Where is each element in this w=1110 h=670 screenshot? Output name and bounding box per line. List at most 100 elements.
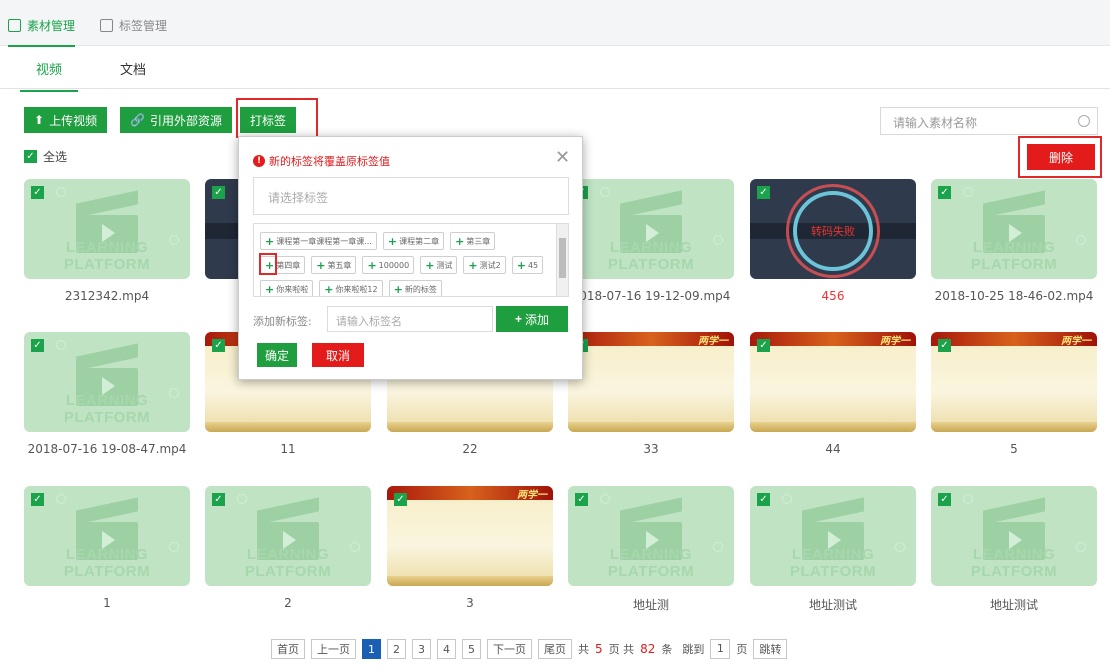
tag-option[interactable]: + 你来啦啦12 — [319, 280, 383, 296]
tab-video[interactable]: 视频 — [19, 59, 79, 92]
item-checkbox[interactable]: ✓ — [575, 493, 588, 506]
item-checkbox[interactable]: ✓ — [212, 186, 225, 199]
new-tag-input[interactable]: 请输入标签名 — [327, 306, 493, 332]
material-card[interactable]: LEARNING PLATFORM ✓ 地址测试 — [750, 486, 916, 613]
material-card[interactable]: LEARNING PLATFORM✓ 2018-07-16 19-12-09.mp… — [568, 179, 734, 303]
tag-label: 100000 — [378, 260, 410, 270]
page-2-button[interactable]: 2 — [387, 639, 406, 659]
tab-material-management[interactable]: 素材管理 — [8, 15, 76, 47]
page-4-button[interactable]: 4 — [437, 639, 456, 659]
page-3-button[interactable]: 3 — [412, 639, 431, 659]
ring-icon — [56, 494, 66, 504]
tag-select-field[interactable]: 请选择标签 — [253, 177, 569, 215]
tag-option[interactable]: +45 — [511, 256, 544, 274]
clapper-top — [620, 497, 682, 525]
thumbnail[interactable]: LEARNING PLATFORM✓ — [568, 179, 734, 279]
material-card[interactable]: LEARNING PLATFORM ✓ 1 — [24, 486, 190, 610]
select-all-checkbox[interactable]: ✓ 全选 — [24, 148, 67, 165]
banner-title: 两学一 — [880, 336, 910, 347]
item-checkbox[interactable]: ✓ — [212, 339, 225, 352]
tag-button[interactable]: 打标签 — [240, 107, 297, 133]
material-card[interactable]: 两学一 ✓ 3 — [387, 486, 553, 610]
thumbnail[interactable]: LEARNING PLATFORM ✓ — [750, 486, 916, 586]
material-card[interactable]: 两学一✓ 33 — [568, 332, 734, 456]
tag-pool-scrollbar[interactable] — [556, 224, 568, 296]
page-5-button[interactable]: 5 — [462, 639, 481, 659]
material-card[interactable]: LEARNING PLATFORM ✓ 2312342.mp4 — [24, 179, 190, 303]
thumbnail[interactable]: LEARNING PLATFORM✓ — [931, 179, 1097, 279]
search-input[interactable]: 请输入素材名称 — [880, 107, 1098, 135]
search-icon[interactable] — [1078, 115, 1090, 127]
item-checkbox[interactable]: ✓ — [394, 493, 407, 506]
item-checkbox[interactable]: ✓ — [31, 186, 44, 199]
tag-option[interactable]: + 第三章 — [450, 232, 496, 250]
material-card[interactable]: 两学一 ✓ 5 — [931, 332, 1097, 456]
add-tag-button[interactable]: + 添加 — [496, 306, 568, 332]
first-page-button[interactable]: 首页 — [271, 639, 305, 659]
item-checkbox[interactable]: ✓ — [938, 186, 951, 199]
thumbnail[interactable]: LEARNING PLATFORM✓ — [931, 486, 1097, 586]
item-checkbox[interactable]: ✓ — [31, 493, 44, 506]
material-card[interactable]: LEARNING PLATFORM ✓ 2018-10-25 18-46-02.mp… — [931, 179, 1097, 303]
total-pages-suffix: 页 共 — [608, 643, 635, 656]
material-icon — [8, 18, 21, 32]
tag-icon — [100, 18, 113, 32]
item-checkbox[interactable]: ✓ — [938, 339, 951, 352]
material-card[interactable]: LEARNING PLATFORM ✓ 2018-07-16 19-08-47.mp… — [24, 332, 190, 456]
confirm-button[interactable]: 确定 — [257, 343, 297, 367]
select-all-label: 全选 — [43, 150, 68, 164]
last-page-button[interactable]: 尾页 — [538, 639, 572, 659]
watermark: LEARNING PLATFORM — [789, 546, 877, 580]
tag-option[interactable]: + 第五章 — [311, 256, 357, 274]
thumbnail[interactable]: LEARNING PLATFORM✓ — [24, 332, 190, 432]
item-checkbox[interactable]: ✓ — [757, 339, 770, 352]
sub-tab-bar: 视频 文档 — [0, 47, 1110, 92]
material-card[interactable]: 两学一 ✓ 44 — [750, 332, 916, 456]
overwrite-warning: ! 新的标签将覆盖原标签值 — [253, 153, 390, 169]
prev-page-button[interactable]: 上一页 — [311, 639, 356, 659]
material-card[interactable]: LEARNING PLATFORM ✓ 地址测试 — [931, 486, 1097, 613]
go-button[interactable]: 跳转 — [753, 639, 788, 659]
item-checkbox[interactable]: ✓ — [938, 493, 951, 506]
tag-option[interactable]: + 课程第一章课程第一章课... — [260, 232, 377, 250]
thumbnail[interactable]: LEARNING PLATFORM✓ — [24, 486, 190, 586]
tag-option[interactable]: + 测试2 — [463, 256, 506, 274]
plus-icon: + — [514, 312, 522, 326]
tab-document[interactable]: 文档 — [120, 59, 146, 78]
item-checkbox[interactable]: ✓ — [31, 339, 44, 352]
thumbnail[interactable]: 两学一✓ — [568, 332, 734, 432]
plus-icon: + — [265, 234, 275, 248]
tag-row: + 你来啦啦 + 你来啦啦12 + 新的标签 — [260, 280, 442, 296]
thumbnail[interactable]: LEARNING PLATFORM✓ — [568, 486, 734, 586]
material-card[interactable]: 转码失败 ✓ 456 — [750, 179, 916, 303]
tag-option[interactable]: + 第四章 — [260, 256, 306, 274]
upload-video-button[interactable]: ⬆ 上传视频 — [24, 107, 108, 133]
cancel-button[interactable]: 取消 — [312, 343, 364, 367]
reference-external-button[interactable]: 🔗 引用外部资源 — [120, 107, 232, 133]
thumbnail[interactable]: 两学一✓ — [931, 332, 1097, 432]
tag-option[interactable]: + 你来啦啦 — [260, 280, 314, 296]
thumbnail[interactable]: LEARNING PLATFORM✓ — [205, 486, 371, 586]
tag-option[interactable]: +100000 — [362, 256, 415, 274]
thumbnail[interactable]: 两学一✓ — [387, 486, 553, 586]
scroll-thumb[interactable] — [559, 238, 566, 278]
material-card[interactable]: LEARNING PLATFORM ✓ 2 — [205, 486, 371, 610]
jump-page-input[interactable]: 1 — [710, 639, 731, 659]
tag-option[interactable]: + 课程第二章 — [382, 232, 445, 250]
item-checkbox[interactable]: ✓ — [757, 493, 770, 506]
thumbnail[interactable]: LEARNING PLATFORM✓ — [24, 179, 190, 279]
thumbnail[interactable]: 转码失败 ✓ — [750, 179, 916, 279]
page-1-button[interactable]: 1 — [362, 639, 381, 659]
tab-tag-management[interactable]: 标签管理 — [100, 15, 167, 35]
delete-button[interactable]: 删除 — [1027, 144, 1095, 170]
thumbnail[interactable]: 两学一 ✓ — [750, 332, 916, 432]
next-page-button[interactable]: 下一页 — [487, 639, 532, 659]
item-checkbox[interactable]: ✓ — [212, 493, 225, 506]
upload-icon: ⬆ — [34, 113, 45, 127]
item-checkbox[interactable]: ✓ — [757, 186, 770, 199]
tag-option[interactable]: + 新的标签 — [388, 280, 442, 296]
tag-option[interactable]: + 测试 — [420, 256, 458, 274]
material-card[interactable]: LEARNING PLATFORM ✓ 地址测 — [568, 486, 734, 613]
link-icon: 🔗 — [130, 113, 145, 127]
close-icon[interactable]: ✕ — [555, 147, 570, 168]
